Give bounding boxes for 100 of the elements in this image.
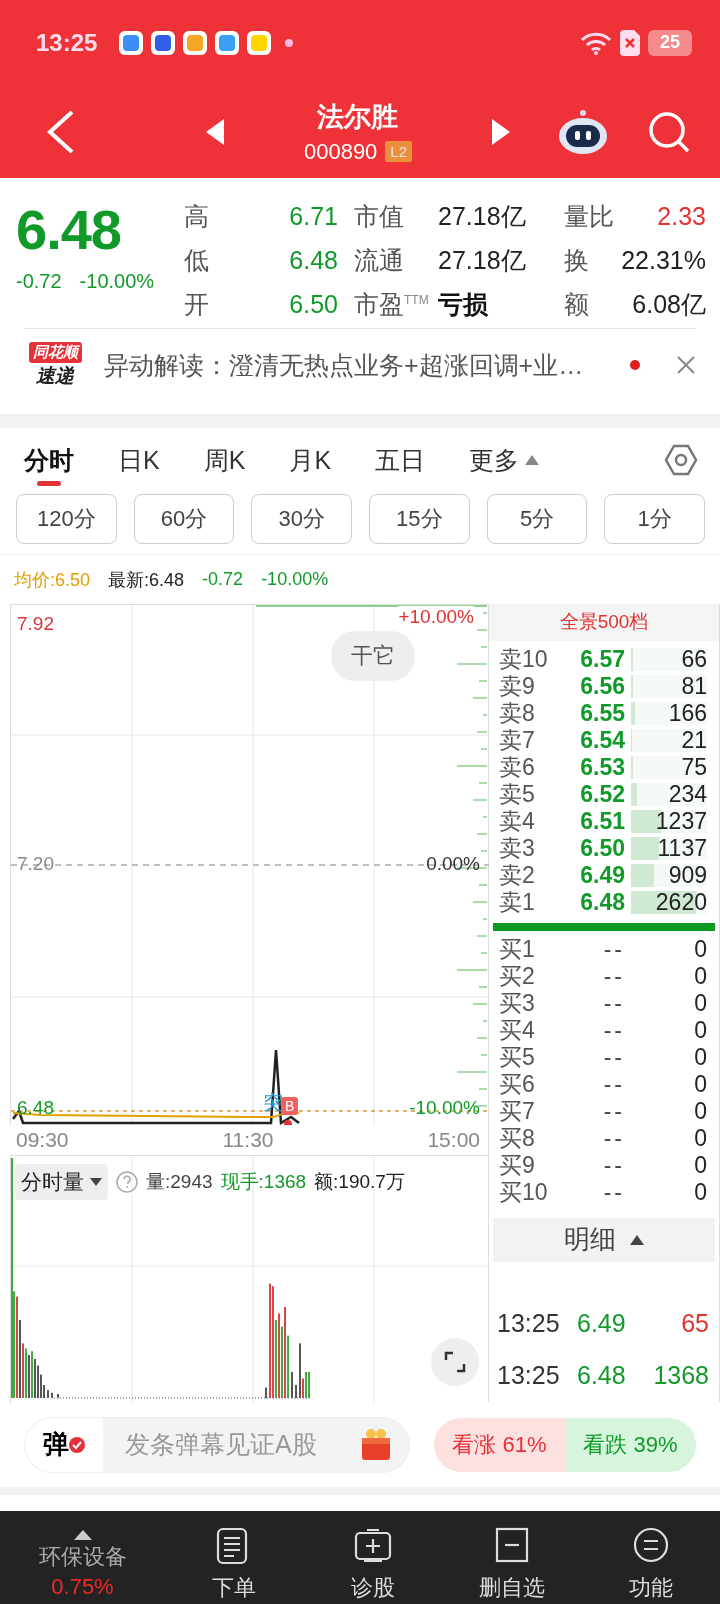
bid-quantity: 0 bbox=[693, 1016, 707, 1044]
order-level-label: 买6 bbox=[499, 1070, 536, 1098]
chart-tab[interactable]: 五日 bbox=[375, 428, 426, 492]
news-headline[interactable]: 异动解读：澄清无热点业务+超涨回调+业… bbox=[104, 348, 612, 382]
ask-quantity: 1137 bbox=[656, 835, 707, 863]
back-icon[interactable] bbox=[46, 109, 76, 154]
price-label: 6.48 bbox=[17, 1097, 54, 1119]
close-icon[interactable] bbox=[676, 355, 696, 375]
period-button[interactable]: 120分 bbox=[16, 494, 117, 544]
ask-price: 6.57 bbox=[579, 646, 626, 674]
ask-price: 6.55 bbox=[579, 700, 626, 728]
plus-box-icon bbox=[354, 1526, 393, 1565]
current-volume: 现手:1368 bbox=[220, 1170, 307, 1194]
order-level-label: 买5 bbox=[499, 1043, 536, 1071]
details-header[interactable]: 明细 bbox=[493, 1217, 715, 1262]
ask-price: 6.50 bbox=[579, 835, 626, 863]
bid-price: -- bbox=[602, 989, 626, 1017]
period-button[interactable]: 1分 bbox=[604, 494, 706, 544]
order-level-label: 卖1 bbox=[499, 889, 536, 917]
help-icon bbox=[116, 1171, 138, 1193]
stat-value: 亏损 bbox=[438, 289, 489, 320]
chart-tab[interactable]: 月K bbox=[289, 428, 332, 492]
ask-quantity: 166 bbox=[667, 700, 707, 728]
bid-quantity: 0 bbox=[693, 1178, 707, 1206]
volume-selector[interactable]: 分时量 bbox=[15, 1164, 108, 1200]
buy-badge: B bbox=[281, 1097, 299, 1115]
notification-icon bbox=[247, 30, 272, 55]
fullscreen-icon[interactable] bbox=[431, 1338, 479, 1386]
bid-quantity: 0 bbox=[693, 962, 707, 990]
caret-icon bbox=[73, 1529, 92, 1540]
notification-icon bbox=[215, 30, 240, 55]
bid-price: -- bbox=[602, 1151, 626, 1179]
nav-item[interactable]: 删自选 bbox=[442, 1511, 582, 1604]
stat-label: 低 bbox=[184, 245, 210, 276]
period-button[interactable]: 15分 bbox=[369, 494, 470, 544]
order-level-label: 卖8 bbox=[499, 700, 536, 728]
previous-stock-icon[interactable] bbox=[206, 118, 224, 145]
order-level-label: 卖10 bbox=[499, 646, 549, 674]
check-icon bbox=[69, 1436, 85, 1453]
level-badge: L2 bbox=[385, 141, 413, 162]
order-level-label: 卖5 bbox=[499, 781, 536, 809]
battery-level: 25 bbox=[648, 29, 692, 56]
robot-icon[interactable] bbox=[558, 108, 608, 155]
next-stock-icon[interactable] bbox=[492, 118, 510, 145]
order-level-label: 卖4 bbox=[499, 808, 536, 836]
bid-price: -- bbox=[602, 962, 626, 990]
ask-quantity: 2620 bbox=[654, 889, 707, 917]
settings-icon[interactable] bbox=[664, 443, 698, 477]
chat-bubble[interactable]: 干它 bbox=[331, 631, 415, 681]
percent-change: -10.00% bbox=[79, 270, 155, 293]
stat-value: 6.50 bbox=[288, 289, 338, 320]
danmaku-field[interactable]: 弹 发条弹幕见证A股 bbox=[24, 1416, 410, 1473]
order-level-label: 卖6 bbox=[499, 754, 536, 782]
stat-value: 22.31% bbox=[620, 245, 706, 276]
stat-label: 开 bbox=[184, 289, 210, 320]
stock-code: 000890 bbox=[303, 138, 378, 165]
chart-tab[interactable]: 周K bbox=[203, 428, 246, 492]
gift-icon[interactable] bbox=[359, 1427, 393, 1462]
stat-label: 高 bbox=[184, 201, 210, 232]
order-level-label: 买10 bbox=[499, 1178, 549, 1206]
bid-quantity: 0 bbox=[693, 989, 707, 1017]
bid-price: -- bbox=[602, 1178, 626, 1206]
ask-price: 6.51 bbox=[579, 808, 626, 836]
price-change: -0.72 bbox=[16, 270, 62, 293]
clock-time: 13:25 bbox=[36, 28, 98, 57]
chart-tab[interactable]: 分时 bbox=[24, 428, 74, 492]
menu-icon bbox=[631, 1526, 670, 1565]
trade-price: 6.48 bbox=[577, 1361, 627, 1391]
nav-item[interactable]: 诊股 bbox=[303, 1511, 443, 1604]
volume-value: 量:2943 bbox=[146, 1170, 213, 1194]
order-level-label: 买4 bbox=[499, 1016, 536, 1044]
order-book-title[interactable]: 全景500档 bbox=[489, 604, 719, 641]
nav-item[interactable]: 下单 bbox=[165, 1511, 304, 1604]
bid-price: -- bbox=[602, 1016, 626, 1044]
notification-icon bbox=[183, 30, 208, 55]
chart-tab[interactable]: 日K bbox=[118, 428, 160, 492]
period-button[interactable]: 60分 bbox=[133, 494, 235, 544]
ask-price: 6.49 bbox=[579, 862, 626, 890]
order-level-label: 卖3 bbox=[499, 835, 536, 863]
order-level-label: 卖2 bbox=[499, 862, 536, 890]
ask-price: 6.54 bbox=[579, 727, 626, 755]
bid-quantity: 0 bbox=[693, 1124, 707, 1152]
sector-button[interactable]: 环保设备 0.75% bbox=[0, 1511, 165, 1604]
average-price: 均价:6.50 bbox=[14, 568, 91, 592]
caret-icon bbox=[630, 1234, 644, 1245]
search-icon[interactable] bbox=[648, 110, 690, 153]
stat-value: 6.08亿 bbox=[631, 289, 706, 320]
trade-time: 13:25 bbox=[497, 1361, 561, 1391]
ask-price: 6.52 bbox=[579, 781, 626, 809]
dot-icon bbox=[285, 38, 294, 47]
price-change: -0.72 bbox=[202, 569, 244, 590]
notification-icon bbox=[151, 30, 176, 55]
period-button[interactable]: 30分 bbox=[251, 494, 352, 544]
danmaku-badge: 弹 bbox=[25, 1417, 103, 1472]
chart-tab[interactable]: 更多 bbox=[469, 428, 540, 492]
period-button[interactable]: 5分 bbox=[486, 494, 588, 544]
stat-label: 市盈$^{TTM}$ bbox=[353, 289, 430, 320]
price-label: 7.20 bbox=[17, 853, 54, 875]
danmaku-input[interactable]: 发条弹幕见证A股 bbox=[103, 1429, 359, 1460]
nav-item[interactable]: 功能 bbox=[581, 1511, 720, 1604]
